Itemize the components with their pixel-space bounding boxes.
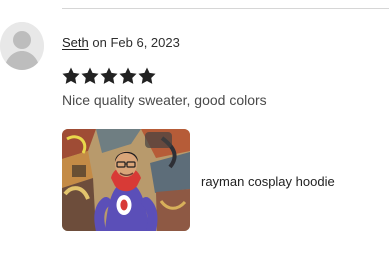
review-text: Nice quality sweater, good colors (62, 92, 267, 108)
photo-caption: rayman cosplay hoodie (201, 174, 335, 189)
star-rating (62, 67, 156, 85)
review-date-prefix: on (92, 35, 107, 50)
review-divider (62, 8, 389, 9)
review-date: Feb 6, 2023 (110, 35, 180, 50)
review-photo-image (62, 129, 190, 231)
star-icon (119, 67, 137, 84)
reviewer-avatar (0, 22, 44, 70)
review-photo[interactable] (62, 129, 190, 231)
star-icon (100, 67, 118, 84)
star-icon (81, 67, 99, 84)
star-icon (62, 67, 80, 84)
review-author-link[interactable]: Seth (62, 35, 89, 50)
default-user-avatar-icon (0, 22, 44, 70)
star-icon (138, 67, 156, 84)
review-meta: Seth on Feb 6, 2023 (62, 35, 180, 51)
